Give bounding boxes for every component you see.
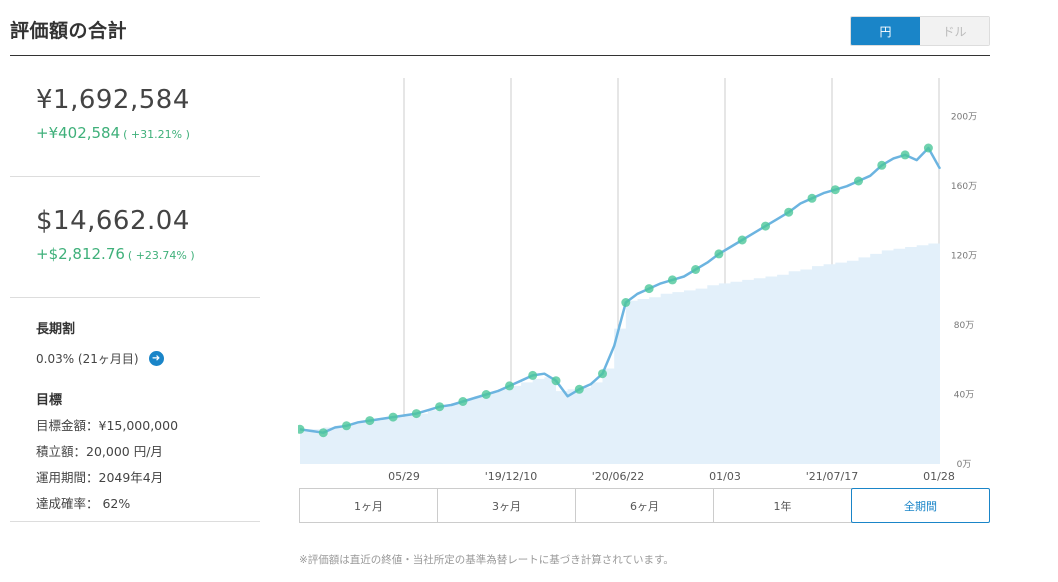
chart-point (411, 409, 421, 419)
chart-point (667, 275, 677, 285)
y-tick-label: 0万 (957, 460, 972, 470)
period-selector[interactable]: 1ヶ月 3ヶ月 6ヶ月 1年 全期間 (299, 488, 990, 523)
goal-monthly: 積立額：20,000 円/月 (36, 444, 163, 459)
goal-amount: 目標金額：¥15,000,000 (36, 418, 179, 433)
summary-sidebar: ¥1,692,584 +¥402,584( +31.21% ) $14,662.… (10, 56, 260, 522)
period-3m-button[interactable]: 3ヶ月 (437, 488, 576, 523)
period-all-button[interactable]: 全期間 (851, 488, 990, 523)
currency-yen-button[interactable]: 円 (851, 17, 920, 45)
chart-point (807, 193, 817, 203)
usd-gain-percent: ( +23.74% ) (127, 249, 195, 262)
x-tick-label: 05/29 (388, 470, 420, 483)
chart-point (481, 390, 491, 399)
chart-svg: 0万 40万 80万 120万 160万 200万 05/29 '19/12/10 '20/06… (298, 78, 977, 483)
chart-point (551, 376, 561, 386)
valuation-chart: 0万 40万 80万 120万 160万 200万 05/29 '19/12/10 '20/06… (298, 78, 990, 484)
y-tick-label: 40万 (954, 391, 974, 401)
chart-point (574, 384, 584, 394)
chart-point (854, 176, 863, 186)
chart-point (761, 221, 770, 231)
chart-point (877, 160, 887, 170)
currency-toggle[interactable]: 円 ドル (850, 16, 990, 46)
jpy-gain-percent: ( +31.21% ) (123, 128, 190, 141)
chart-point (458, 397, 468, 406)
jpy-summary: ¥1,692,584 +¥402,584( +31.21% ) (10, 56, 260, 177)
x-tick-label: '20/06/22 (592, 470, 644, 483)
page-title: 評価額の合計 (10, 20, 128, 42)
currency-usd-button[interactable]: ドル (920, 17, 989, 45)
chart-area-contribution (300, 241, 940, 464)
long-term-rate-row: 0.03% (21ヶ月目) ➜ (36, 350, 260, 367)
chart-point (714, 249, 724, 259)
footnote: ※評価額は直近の終値・当社所定の基準為替レートに基づき計算されています。 (299, 554, 674, 566)
chart-point (528, 370, 538, 380)
chart-point (621, 298, 631, 307)
y-tick-label: 200万 (951, 113, 977, 123)
chart-point (435, 402, 445, 412)
chart-point (900, 150, 910, 160)
chart-point (691, 265, 701, 274)
x-tick-label: '19/12/10 (485, 470, 537, 483)
y-tick-label: 120万 (951, 252, 977, 262)
chart-point (784, 207, 794, 217)
period-1m-button[interactable]: 1ヶ月 (299, 488, 438, 523)
jpy-gain-amount: +¥402,584 (36, 124, 121, 142)
usd-total-value: $14,662.04 (36, 206, 190, 236)
goal-title: 目標 (36, 393, 63, 408)
long-term-title: 長期割 (36, 322, 76, 337)
period-6m-button[interactable]: 6ヶ月 (575, 488, 714, 523)
jpy-gain: +¥402,584( +31.21% ) (36, 124, 260, 142)
chart-point (318, 428, 328, 438)
goal-period: 運用期間：2049年4月 (36, 470, 164, 485)
chart-point (365, 416, 375, 426)
arrow-right-icon[interactable]: ➜ (148, 351, 164, 366)
header: 評価額の合計 円 ドル (10, 0, 990, 56)
y-tick-label: 80万 (954, 321, 974, 331)
period-1y-button[interactable]: 1年 (713, 488, 852, 523)
usd-gain: +$2,812.76( +23.74% ) (36, 245, 260, 263)
chart-point (388, 412, 398, 422)
usd-summary: $14,662.04 +$2,812.76( +23.74% ) (10, 177, 260, 298)
jpy-total-value: ¥1,692,584 (36, 85, 190, 115)
chart-point (644, 284, 654, 294)
chart-point (505, 381, 514, 391)
chart-point (598, 369, 607, 379)
plan-info: 長期割 0.03% (21ヶ月目) ➜ 目標 目標金額：¥15,000,000 … (10, 298, 260, 522)
long-term-rate: 0.03% (21ヶ月目) (36, 352, 139, 366)
chart-point (830, 185, 840, 195)
chart-point (342, 421, 351, 431)
x-tick-label: '21/07/17 (806, 470, 858, 483)
x-tick-label: 01/03 (709, 470, 741, 483)
goal-probability: 達成確率： 62% (36, 496, 131, 511)
x-tick-label: 01/28 (923, 470, 955, 483)
usd-gain-amount: +$2,812.76 (36, 245, 125, 263)
chart-point (737, 235, 747, 245)
chart-point (923, 143, 933, 153)
y-tick-label: 160万 (951, 182, 977, 192)
